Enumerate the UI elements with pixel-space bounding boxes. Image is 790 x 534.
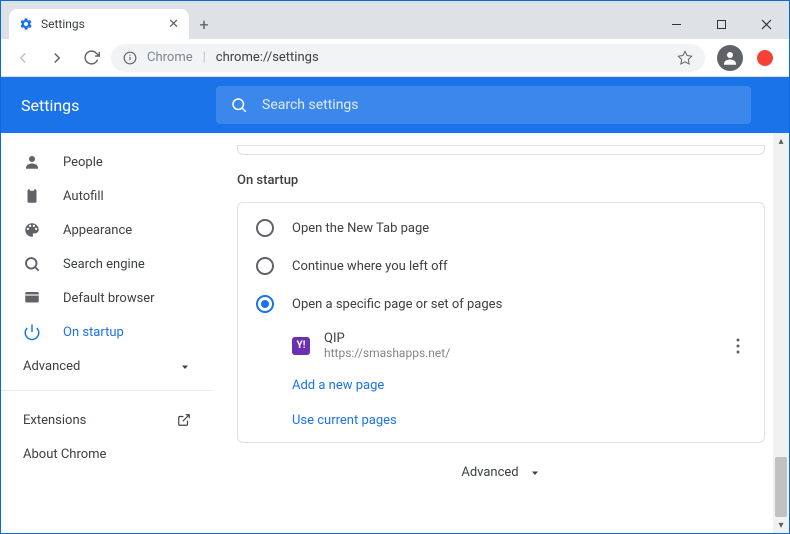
clipboard-icon (23, 187, 41, 205)
sidebar-about-link[interactable]: About Chrome (1, 437, 213, 471)
profile-avatar[interactable] (717, 45, 743, 71)
sidebar-advanced-toggle[interactable]: Advanced (1, 349, 213, 384)
sidebar-item-appearance[interactable]: Appearance (1, 213, 213, 247)
sidebar-item-label: Default browser (63, 291, 155, 306)
reload-button[interactable] (77, 44, 105, 72)
search-icon (23, 255, 41, 273)
sidebar-item-label: Appearance (63, 223, 132, 238)
sidebar-item-autofill[interactable]: Autofill (1, 179, 213, 213)
radio-continue[interactable]: Continue where you left off (238, 247, 764, 285)
add-page-link[interactable]: Add a new page (238, 368, 764, 403)
radio-icon (256, 257, 274, 275)
tab-title: Settings (41, 17, 160, 31)
maximize-button[interactable] (699, 9, 744, 39)
advanced-label: Advanced (461, 465, 518, 480)
forward-button[interactable] (43, 44, 71, 72)
advanced-toggle-bottom[interactable]: Advanced (237, 443, 765, 502)
startup-page-name: QIP (324, 331, 716, 346)
search-icon (230, 96, 248, 114)
radio-new-tab[interactable]: Open the New Tab page (238, 209, 764, 247)
external-link-icon (177, 413, 191, 427)
close-window-button[interactable] (744, 9, 789, 39)
scroll-thumb[interactable] (775, 457, 787, 517)
close-tab-icon[interactable]: ✕ (168, 17, 179, 32)
chevron-down-icon (529, 467, 541, 479)
browser-icon (23, 289, 41, 307)
sidebar-item-label: People (63, 155, 103, 170)
startup-page-url: https://smashapps.net/ (324, 346, 716, 360)
browser-titlebar: Settings ✕ + (1, 1, 789, 39)
sidebar-item-search-engine[interactable]: Search engine (1, 247, 213, 281)
section-title: On startup (237, 173, 765, 188)
browser-toolbar: Chrome | chrome://settings (1, 39, 789, 77)
search-settings-bar[interactable] (216, 86, 751, 124)
chevron-down-icon (179, 361, 191, 373)
person-icon (23, 153, 41, 171)
sidebar-item-on-startup[interactable]: On startup (1, 315, 213, 349)
scroll-track[interactable] (773, 149, 789, 517)
back-button[interactable] (9, 44, 37, 72)
use-current-link[interactable]: Use current pages (238, 403, 764, 438)
sidebar-item-label: Autofill (63, 189, 104, 204)
sidebar-extensions-label: Extensions (23, 413, 86, 428)
radio-label: Continue where you left off (292, 259, 448, 274)
chrome-info-icon (123, 51, 137, 65)
url-prefix: Chrome (147, 50, 193, 65)
settings-favicon-icon (19, 17, 33, 31)
sidebar-item-people[interactable]: People (1, 145, 213, 179)
url-text: chrome://settings (216, 50, 667, 65)
radio-label: Open the New Tab page (292, 221, 429, 236)
radio-icon (256, 295, 274, 313)
sidebar-advanced-label: Advanced (23, 359, 80, 374)
sidebar-divider (1, 390, 213, 391)
palette-icon (23, 221, 41, 239)
radio-label: Open a specific page or set of pages (292, 297, 502, 312)
window-controls (654, 9, 789, 39)
sidebar-item-label: Search engine (63, 257, 145, 272)
power-icon (23, 323, 41, 341)
sidebar-item-label: On startup (63, 325, 124, 340)
sidebar-about-label: About Chrome (23, 447, 106, 462)
previous-card-peek (237, 145, 765, 155)
new-tab-button[interactable]: + (189, 9, 219, 39)
content-area: Settings People Autofill Appearance (1, 77, 789, 533)
page-more-button[interactable] (730, 338, 746, 354)
radio-specific-pages[interactable]: Open a specific page or set of pages (238, 285, 764, 323)
page-favicon-icon: Y! (292, 337, 310, 355)
radio-icon (256, 219, 274, 237)
bookmark-star-icon[interactable] (677, 50, 693, 66)
scroll-up-icon[interactable]: ▴ (773, 133, 789, 149)
settings-sidebar: People Autofill Appearance Search engine… (1, 133, 213, 533)
scroll-down-icon[interactable]: ▾ (773, 517, 789, 533)
search-input[interactable] (262, 97, 737, 113)
address-bar[interactable]: Chrome | chrome://settings (111, 44, 705, 72)
browser-tab[interactable]: Settings ✕ (9, 9, 189, 39)
sidebar-item-default-browser[interactable]: Default browser (1, 281, 213, 315)
page-title: Settings (21, 96, 196, 115)
minimize-button[interactable] (654, 9, 699, 39)
sidebar-extensions-link[interactable]: Extensions (1, 403, 213, 437)
extension-icon[interactable] (757, 50, 773, 66)
vertical-scrollbar[interactable]: ▴ ▾ (773, 133, 789, 533)
settings-main: On startup Open the New Tab page Continu… (213, 133, 789, 533)
startup-card: Open the New Tab page Continue where you… (237, 202, 765, 443)
settings-header: Settings (1, 77, 789, 133)
startup-page-row: Y! QIP https://smashapps.net/ (238, 323, 764, 368)
